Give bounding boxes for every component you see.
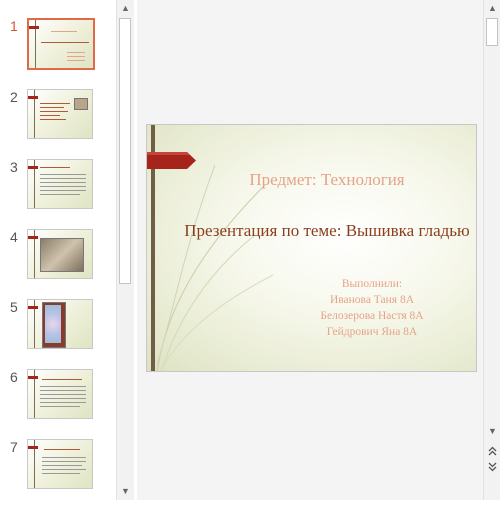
thumbnail-preview — [27, 439, 93, 489]
slide-thumbnail-4[interactable]: 4 — [0, 229, 116, 299]
slide-canvas[interactable]: Предмет: Технология Презентация по теме:… — [146, 124, 477, 372]
slide-authors[interactable]: Выполнили: Иванова Таня 8А Белозерова На… — [287, 276, 457, 340]
author-line: Гейдрович Яна 8А — [326, 326, 418, 338]
slide-thumbnail-5[interactable]: 5 — [0, 299, 116, 369]
editor-scrollbar[interactable]: ▲ ▼ — [483, 0, 500, 500]
double-chevron-down-icon[interactable] — [484, 462, 500, 476]
slide-subject-title[interactable]: Предмет: Технология — [227, 170, 427, 190]
thumbnail-scrollbar[interactable]: ▲ ▼ — [116, 0, 134, 500]
slide-main-title[interactable]: Презентация по теме: Вышивка гладью — [177, 221, 476, 241]
thumbnail-preview — [27, 299, 93, 349]
slide-thumbnail-6[interactable]: 6 — [0, 369, 116, 439]
slide-number: 1 — [10, 18, 18, 34]
triangle-down-icon[interactable]: ▼ — [484, 423, 500, 440]
decorative-swirl — [156, 165, 274, 371]
triangle-up-icon[interactable]: ▲ — [484, 0, 500, 17]
slide-number: 2 — [10, 89, 18, 105]
slide-number: 5 — [10, 299, 18, 315]
slide-number: 7 — [10, 439, 18, 455]
triangle-up-icon[interactable]: ▲ — [117, 0, 134, 17]
thumbnail-preview — [27, 229, 93, 279]
slide-thumbnail-2[interactable]: 2 — [0, 89, 116, 159]
scrollbar-thumb[interactable] — [486, 18, 498, 46]
scrollbar-thumb[interactable] — [119, 18, 131, 284]
slide-number: 4 — [10, 229, 18, 245]
slide-number: 6 — [10, 369, 18, 385]
slide-thumbnail-pane: 1 2 3 4 5 6 7 — [0, 0, 116, 500]
slide-thumbnail-3[interactable]: 3 — [0, 159, 116, 229]
slide-number: 3 — [10, 159, 18, 175]
authors-heading: Выполнили: — [341, 278, 403, 290]
triangle-down-icon[interactable]: ▼ — [117, 483, 134, 500]
slide-thumbnail-1[interactable]: 1 — [0, 18, 116, 88]
double-chevron-up-icon[interactable] — [484, 446, 500, 460]
thumbnail-preview — [27, 159, 93, 209]
author-line: Белозерова Настя 8А — [320, 310, 424, 322]
thumbnail-preview — [27, 89, 93, 139]
author-line: Иванова Таня 8А — [329, 294, 415, 306]
slide-thumbnail-7[interactable]: 7 — [0, 439, 116, 509]
thumbnail-preview — [27, 369, 93, 419]
thumbnail-preview — [27, 18, 95, 70]
